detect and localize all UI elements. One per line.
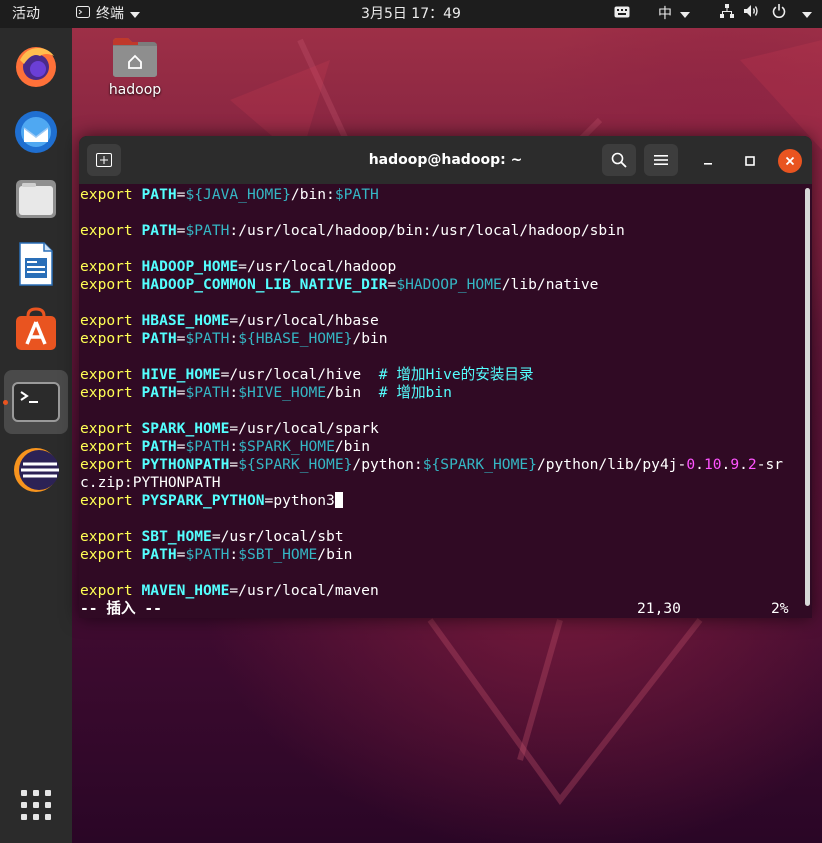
chevron-down-icon xyxy=(802,0,812,28)
search-button[interactable] xyxy=(602,144,636,176)
dock-eclipse[interactable] xyxy=(4,438,68,502)
show-applications-button[interactable] xyxy=(4,773,68,837)
terminal-line: export PATH=$PATH:${HBASE_HOME}/bin xyxy=(80,330,388,347)
maximize-icon xyxy=(745,156,755,166)
terminal-line: c.zip:PYTHONPATH xyxy=(80,474,221,491)
terminal-line: export HADOOP_HOME=/usr/local/hadoop xyxy=(80,258,397,275)
terminal-line: export PATH=$PATH:$SBT_HOME/bin xyxy=(80,546,353,563)
terminal-window[interactable]: hadoop@hadoop: ~ export PATH=${JAVA_HOME… xyxy=(79,136,812,618)
dock-ubuntu-software[interactable] xyxy=(4,298,68,362)
power-icon[interactable] xyxy=(772,0,786,28)
files-icon xyxy=(16,180,56,218)
terminal-line: export PATH=${JAVA_HOME}/bin:$PATH xyxy=(80,186,379,203)
terminal-line: export HIVE_HOME=/usr/local/hive # 增加Hiv… xyxy=(80,366,534,383)
dock-libreoffice-writer[interactable] xyxy=(4,232,68,296)
terminal-titlebar[interactable]: hadoop@hadoop: ~ xyxy=(79,136,812,184)
dock-thunderbird[interactable] xyxy=(4,100,68,164)
thunderbird-icon xyxy=(15,111,57,153)
terminal-scrollbar[interactable] xyxy=(805,188,810,606)
vim-cursor-position: 21,30 xyxy=(637,600,681,617)
search-icon xyxy=(611,152,627,168)
close-icon xyxy=(785,156,795,166)
terminal-line: export SBT_HOME=/usr/local/sbt xyxy=(80,528,344,545)
terminal-line: export PATH=$PATH:/usr/local/hadoop/bin:… xyxy=(80,222,625,239)
app-grid-icon xyxy=(21,790,51,820)
dock-firefox[interactable] xyxy=(4,34,68,98)
libreoffice-writer-icon xyxy=(19,242,53,286)
minimize-button[interactable] xyxy=(696,149,720,173)
hamburger-menu-icon xyxy=(654,155,668,165)
chevron-down-icon xyxy=(680,0,690,28)
top-bar: 活动 终端 3月5日 17：49 中 xyxy=(0,0,822,28)
terminal-line: export PATH=$PATH:$HIVE_HOME/bin # 增加bin xyxy=(80,384,452,401)
volume-icon[interactable] xyxy=(744,0,760,28)
terminal-content[interactable]: export PATH=${JAVA_HOME}/bin:$PATHexport… xyxy=(79,184,803,618)
input-method-indicator[interactable]: 中 xyxy=(658,0,672,28)
menu-button[interactable] xyxy=(644,144,678,176)
vim-mode-indicator: -- 插入 -- xyxy=(80,600,162,617)
desktop-icon-label: hadoop xyxy=(108,82,162,98)
dock-files[interactable] xyxy=(4,166,68,230)
minimize-icon xyxy=(704,163,712,165)
terminal-text: export PATH=${JAVA_HOME}/bin:$PATHexport… xyxy=(80,186,803,600)
terminal-line: export PYTHONPATH=${SPARK_HOME}/python:$… xyxy=(80,456,784,473)
ubuntu-software-icon xyxy=(16,307,56,350)
dock-terminal[interactable] xyxy=(4,370,68,434)
network-icon[interactable] xyxy=(720,0,734,28)
keyboard-icon[interactable] xyxy=(614,0,630,28)
new-tab-button[interactable] xyxy=(87,144,121,176)
system-tray[interactable]: 中 xyxy=(614,0,812,28)
maximize-button[interactable] xyxy=(738,149,762,173)
running-indicator xyxy=(3,400,8,405)
terminal-line: export MAVEN_HOME=/usr/local/maven xyxy=(80,582,379,599)
terminal-line: export PYSPARK_PYTHON=python3 xyxy=(80,492,803,510)
text-cursor xyxy=(334,492,343,508)
close-button[interactable] xyxy=(778,149,802,173)
home-folder-icon xyxy=(113,38,157,77)
terminal-line: export PATH=$PATH:$SPARK_HOME/bin xyxy=(80,438,371,455)
terminal-line: export SPARK_HOME=/usr/local/spark xyxy=(80,420,379,437)
desktop-home-folder[interactable]: hadoop xyxy=(102,36,168,98)
terminal-icon xyxy=(12,382,60,422)
terminal-line: export HADOOP_COMMON_LIB_NATIVE_DIR=$HAD… xyxy=(80,276,599,293)
vim-scroll-percent: 2% xyxy=(771,600,789,617)
eclipse-icon xyxy=(14,448,59,492)
dock xyxy=(0,28,72,843)
firefox-icon xyxy=(16,47,56,87)
new-tab-icon xyxy=(96,153,112,167)
terminal-line: export HBASE_HOME=/usr/local/hbase xyxy=(80,312,379,329)
